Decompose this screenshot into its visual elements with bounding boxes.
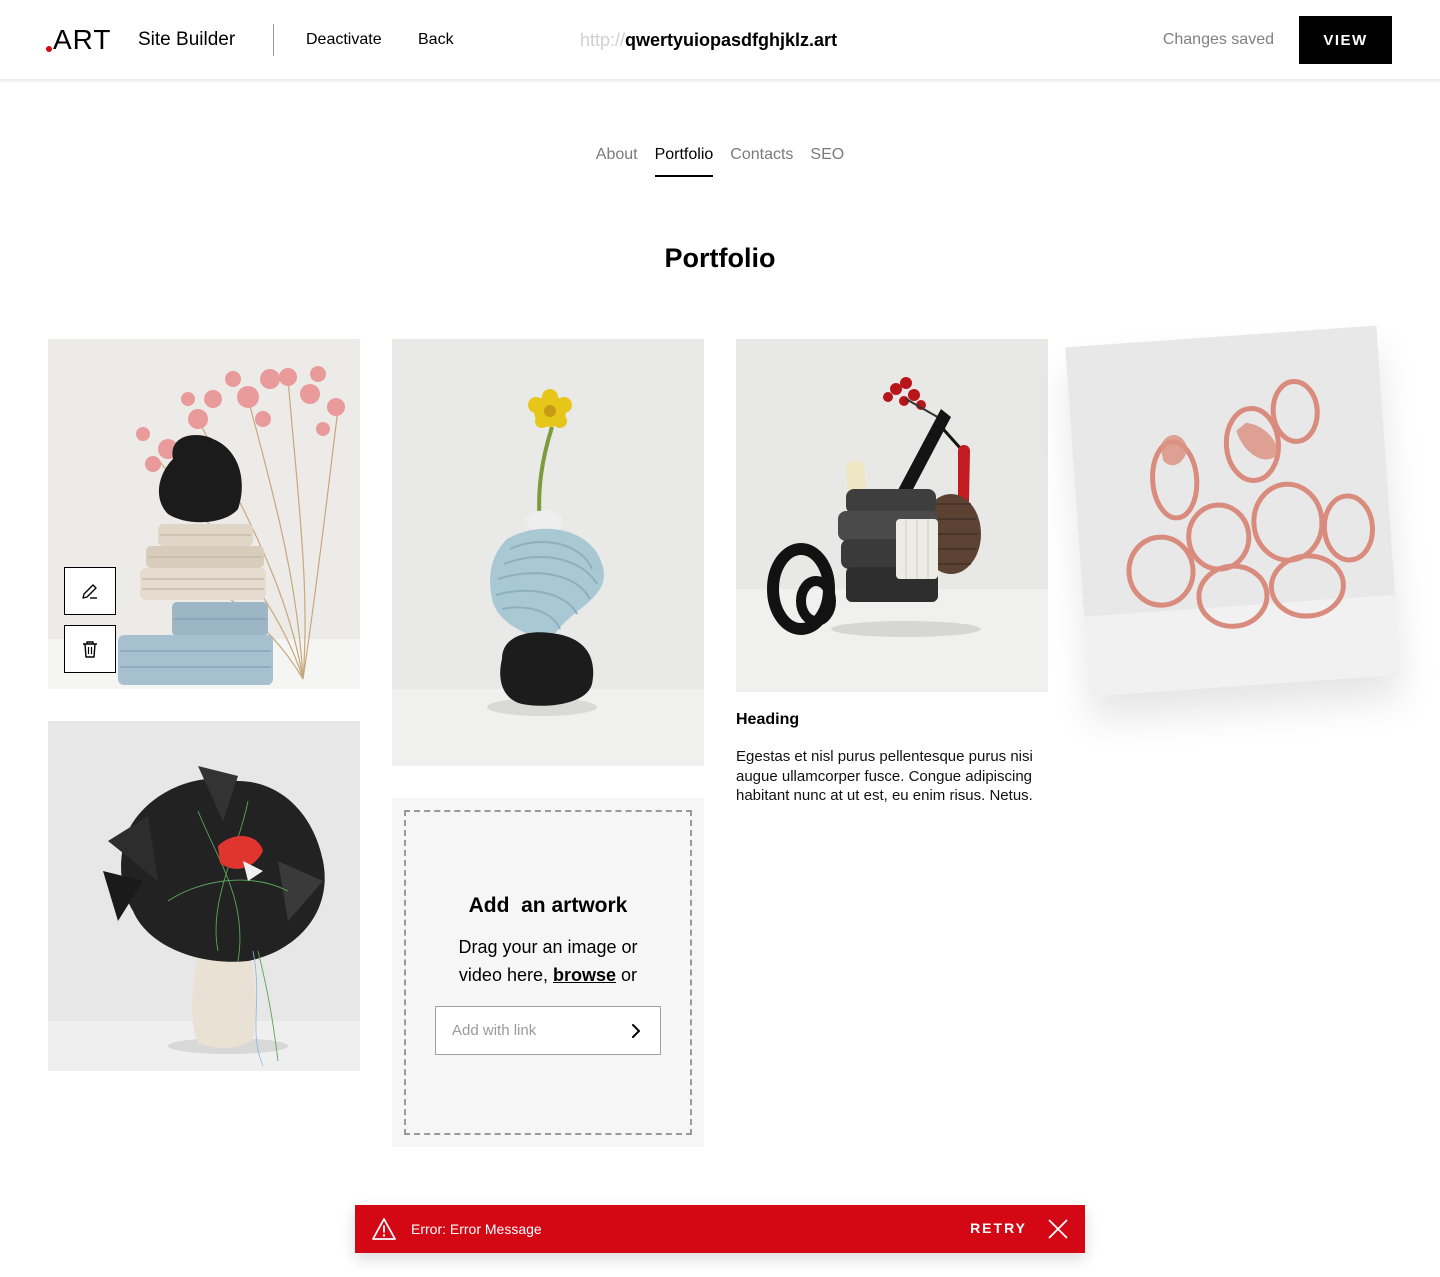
instruction-text-post: or [621,965,638,985]
page-title: Portfolio [664,243,776,273]
url-protocol: http:// [580,30,626,50]
top-bar: ART Site Builder Deactivate Back http://… [0,0,1440,80]
url-domain: qwertyuiopasdfghjklz.art [625,30,838,50]
paper-coils-image [1065,325,1401,697]
close-icon[interactable] [1047,1218,1069,1240]
section-tabs: About Portfolio Contacts SEO [0,144,1440,177]
error-message: Error: Error Message [411,1221,542,1237]
artwork-heading: Heading [736,711,800,728]
tab-seo[interactable]: SEO [810,144,844,177]
artwork-card-4[interactable] [736,339,1048,692]
warning-icon [372,1218,396,1240]
edit-artwork-button[interactable] [64,567,116,615]
add-artwork-dropzone[interactable]: Add an artwork Drag your an image or vid… [392,798,704,1147]
deactivate-link[interactable]: Deactivate [306,30,382,50]
trash-icon [83,641,97,658]
error-toast: Error: Error Message RETRY [355,1205,1085,1253]
tab-about[interactable]: About [596,144,638,177]
instruction-line-1: Drag your an image or [458,937,638,957]
art-logo[interactable]: ART [46,26,112,54]
app-title: Site Builder [138,29,236,50]
scissors-assemblage-image [736,339,1048,692]
logo-text: ART [53,24,112,55]
chevron-right-icon[interactable] [626,1021,646,1041]
retry-button[interactable]: RETRY [970,1220,1027,1236]
site-url[interactable]: http://qwertyuiopasdfghjklz.art [580,28,837,52]
back-link[interactable]: Back [418,30,454,50]
tab-portfolio[interactable]: Portfolio [654,144,714,177]
header-divider [273,24,274,56]
pencil-icon [82,584,97,599]
fabric-sculpture-image [48,721,360,1071]
vase-flower-image [392,339,704,766]
add-link-input[interactable] [436,1007,616,1054]
instruction-text-pre: video here, [458,965,548,985]
delete-artwork-button[interactable] [64,625,116,673]
browse-link[interactable]: browse [553,965,616,985]
artwork-card-5-dragging[interactable] [1065,325,1401,697]
instruction-line-2: video here, browse or [392,961,704,989]
add-artwork-title: Add an artwork [468,894,628,917]
logo-dot [46,46,52,52]
add-link-field [435,1006,661,1055]
tab-contacts[interactable]: Contacts [730,144,793,177]
view-button[interactable]: VIEW [1299,16,1392,64]
artwork-card-2[interactable] [48,721,360,1071]
save-status: Changes saved [1162,31,1274,48]
add-artwork-instructions: Drag your an image or video here, browse… [392,933,704,989]
artwork-description: Egestas et nisl purus pellentesque purus… [736,748,1033,804]
artwork-card-3[interactable] [392,339,704,766]
